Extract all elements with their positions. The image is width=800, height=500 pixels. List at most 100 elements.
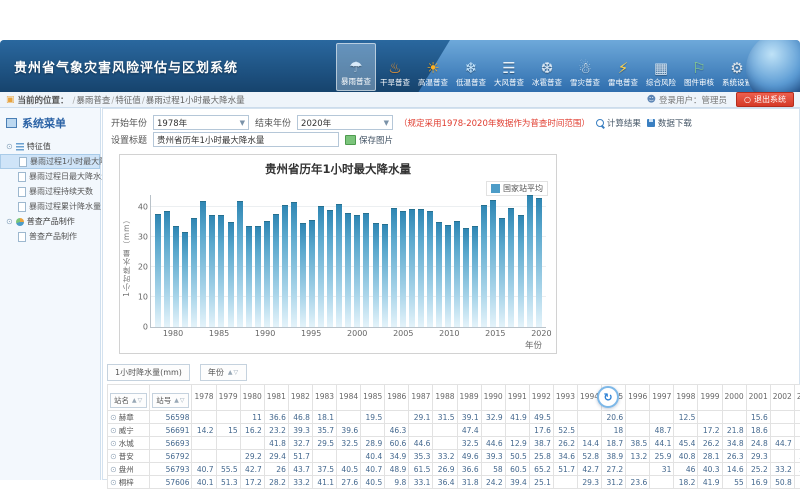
- radio-icon[interactable]: ⊙: [110, 452, 117, 461]
- expand-icon[interactable]: ⊙: [6, 217, 13, 226]
- bar-2017[interactable]: [508, 208, 514, 328]
- bar-2020[interactable]: [536, 198, 542, 327]
- nav-item-图件审核[interactable]: ⚐图件审核: [680, 43, 718, 91]
- bar-2014[interactable]: [481, 205, 487, 327]
- bar-2004[interactable]: [391, 208, 397, 327]
- bar-1998[interactable]: [336, 204, 342, 327]
- bar-1999[interactable]: [345, 213, 351, 327]
- station-name-cell[interactable]: ⊙盘州: [108, 463, 150, 476]
- station-name-cell[interactable]: ⊙威宁: [108, 424, 150, 437]
- logout-button[interactable]: ○ 退出系统: [736, 92, 794, 107]
- bar-2011[interactable]: [454, 221, 460, 327]
- calculate-button[interactable]: 计算结果: [596, 117, 641, 129]
- radio-icon[interactable]: ⊙: [110, 478, 117, 487]
- bar-2006[interactable]: [409, 209, 415, 327]
- radio-icon[interactable]: ⊙: [110, 439, 117, 448]
- bar-1984[interactable]: [209, 215, 215, 327]
- bar-2010[interactable]: [445, 225, 451, 327]
- radio-icon[interactable]: ⊙: [110, 426, 117, 435]
- bar-2005[interactable]: [400, 211, 406, 327]
- nav-item-干旱普查[interactable]: ♨干旱普查: [376, 43, 414, 91]
- bar-2002[interactable]: [373, 223, 379, 327]
- column-dimension-box[interactable]: 年份 ▲▽: [200, 364, 247, 381]
- value-cell-盘州-1990: 58: [481, 463, 505, 476]
- breadcrumb-item[interactable]: 暴雨过程1小时最大降水量: [146, 96, 245, 106]
- bar-2001[interactable]: [363, 213, 369, 327]
- bar-1992[interactable]: [282, 205, 288, 327]
- bar-1997[interactable]: [327, 210, 333, 327]
- value-cell-威宁-1984: 39.6: [337, 424, 361, 437]
- bar-2003[interactable]: [382, 224, 388, 327]
- tree-group-特征值[interactable]: ⊙特征值: [0, 139, 100, 154]
- bar-1986[interactable]: [228, 222, 234, 327]
- tree-item-暴雨过程1小时最大降水量[interactable]: 暴雨过程1小时最大降水量: [0, 154, 100, 169]
- bar-2008[interactable]: [427, 211, 433, 328]
- table-row-桐梓: ⊙桐梓5760640.151.317.228.233.241.127.640.5…: [108, 476, 800, 489]
- station-name-cell[interactable]: ⊙桐梓: [108, 476, 150, 489]
- bar-2019[interactable]: [527, 195, 533, 327]
- table-row-威宁: ⊙威宁5669114.21516.223.239.335.739.646.347…: [108, 424, 800, 437]
- bar-2016[interactable]: [499, 218, 505, 327]
- wind-icon: ☴: [502, 60, 515, 77]
- expand-icon[interactable]: ⊙: [6, 142, 13, 151]
- bar-1983[interactable]: [200, 201, 206, 327]
- bar-1981[interactable]: [182, 232, 188, 328]
- breadcrumb-item[interactable]: 暴雨普查: [76, 96, 110, 106]
- value-cell-普安-1990: 39.3: [481, 450, 505, 463]
- nav-item-低温普查[interactable]: ❄低温普查: [452, 43, 490, 91]
- save-image-button[interactable]: 保存图片: [345, 134, 393, 146]
- bar-2007[interactable]: [418, 209, 424, 327]
- tree-group-普查产品制作[interactable]: ⊙普查产品制作: [0, 214, 100, 229]
- breadcrumb-item[interactable]: 特征值: [115, 96, 141, 106]
- sort-icon[interactable]: ▲▽: [228, 369, 239, 376]
- nav-item-大风普查[interactable]: ☴大风普查: [490, 43, 528, 91]
- sort-icon[interactable]: ▲▽: [174, 397, 185, 404]
- tree-item-暴雨过程日最大降水量[interactable]: 暴雨过程日最大降水量: [0, 169, 100, 184]
- bar-2013[interactable]: [472, 226, 478, 328]
- bar-1980[interactable]: [173, 226, 179, 327]
- nav-item-高温普查[interactable]: ☀高温普查: [414, 43, 452, 91]
- value-cell-桐梓-1981: 28.2: [264, 476, 288, 489]
- download-button[interactable]: 数据下载: [647, 117, 692, 129]
- bar-1994[interactable]: [300, 223, 306, 327]
- column-header-站号[interactable]: 站号 ▲▽: [150, 385, 192, 411]
- tree-item-暴雨过程累计降水量[interactable]: 暴雨过程累计降水量: [0, 199, 100, 214]
- station-name-cell[interactable]: ⊙赫章: [108, 411, 150, 424]
- bar-1991[interactable]: [273, 214, 279, 327]
- bar-2000[interactable]: [354, 215, 360, 327]
- bar-1993[interactable]: [291, 202, 297, 328]
- bar-1985[interactable]: [218, 215, 224, 327]
- station-id-cell: 56793: [150, 463, 192, 476]
- end-year-select[interactable]: 2020年 ▼: [297, 115, 393, 130]
- radio-icon[interactable]: ⊙: [110, 413, 117, 422]
- tree-item-普查产品制作[interactable]: 普查产品制作: [0, 229, 100, 244]
- year-column-1985: 1985: [361, 385, 385, 411]
- bar-1990[interactable]: [264, 221, 270, 327]
- bar-1995[interactable]: [309, 220, 315, 327]
- bar-1978[interactable]: [155, 214, 161, 328]
- bar-1987[interactable]: [237, 201, 243, 327]
- bar-1979[interactable]: [164, 211, 170, 327]
- tree-item-暴雨过程持续天数[interactable]: 暴雨过程持续天数: [0, 184, 100, 199]
- bar-2009[interactable]: [436, 222, 442, 327]
- nav-item-综合风险[interactable]: ▦综合风险: [642, 43, 680, 91]
- nav-item-雷电普查[interactable]: ⚡雷电普查: [604, 43, 642, 91]
- value-cell-桐梓-2000: 55: [722, 476, 746, 489]
- bar-1982[interactable]: [191, 218, 197, 327]
- nav-item-雪灾普查[interactable]: ☃雪灾普查: [566, 43, 604, 91]
- radio-icon[interactable]: ⊙: [110, 465, 117, 474]
- bar-2018[interactable]: [518, 215, 524, 327]
- bar-2015[interactable]: [490, 200, 496, 327]
- bar-2012[interactable]: [463, 228, 469, 327]
- bar-1996[interactable]: [318, 206, 324, 327]
- nav-item-冰雹普查[interactable]: ❆冰雹普查: [528, 43, 566, 91]
- sort-icon[interactable]: ▲▽: [132, 397, 143, 404]
- start-year-select[interactable]: 1978年 ▼: [153, 115, 249, 130]
- bar-1989[interactable]: [255, 226, 261, 328]
- station-name-cell[interactable]: ⊙普安: [108, 450, 150, 463]
- bar-1988[interactable]: [246, 226, 252, 327]
- nav-item-暴雨普查[interactable]: ☂暴雨普查: [336, 43, 376, 91]
- chart-title-input[interactable]: 贵州省历年1小时最大降水量: [153, 132, 339, 147]
- station-name-cell[interactable]: ⊙水城: [108, 437, 150, 450]
- column-header-站名[interactable]: 站名 ▲▽: [108, 385, 150, 411]
